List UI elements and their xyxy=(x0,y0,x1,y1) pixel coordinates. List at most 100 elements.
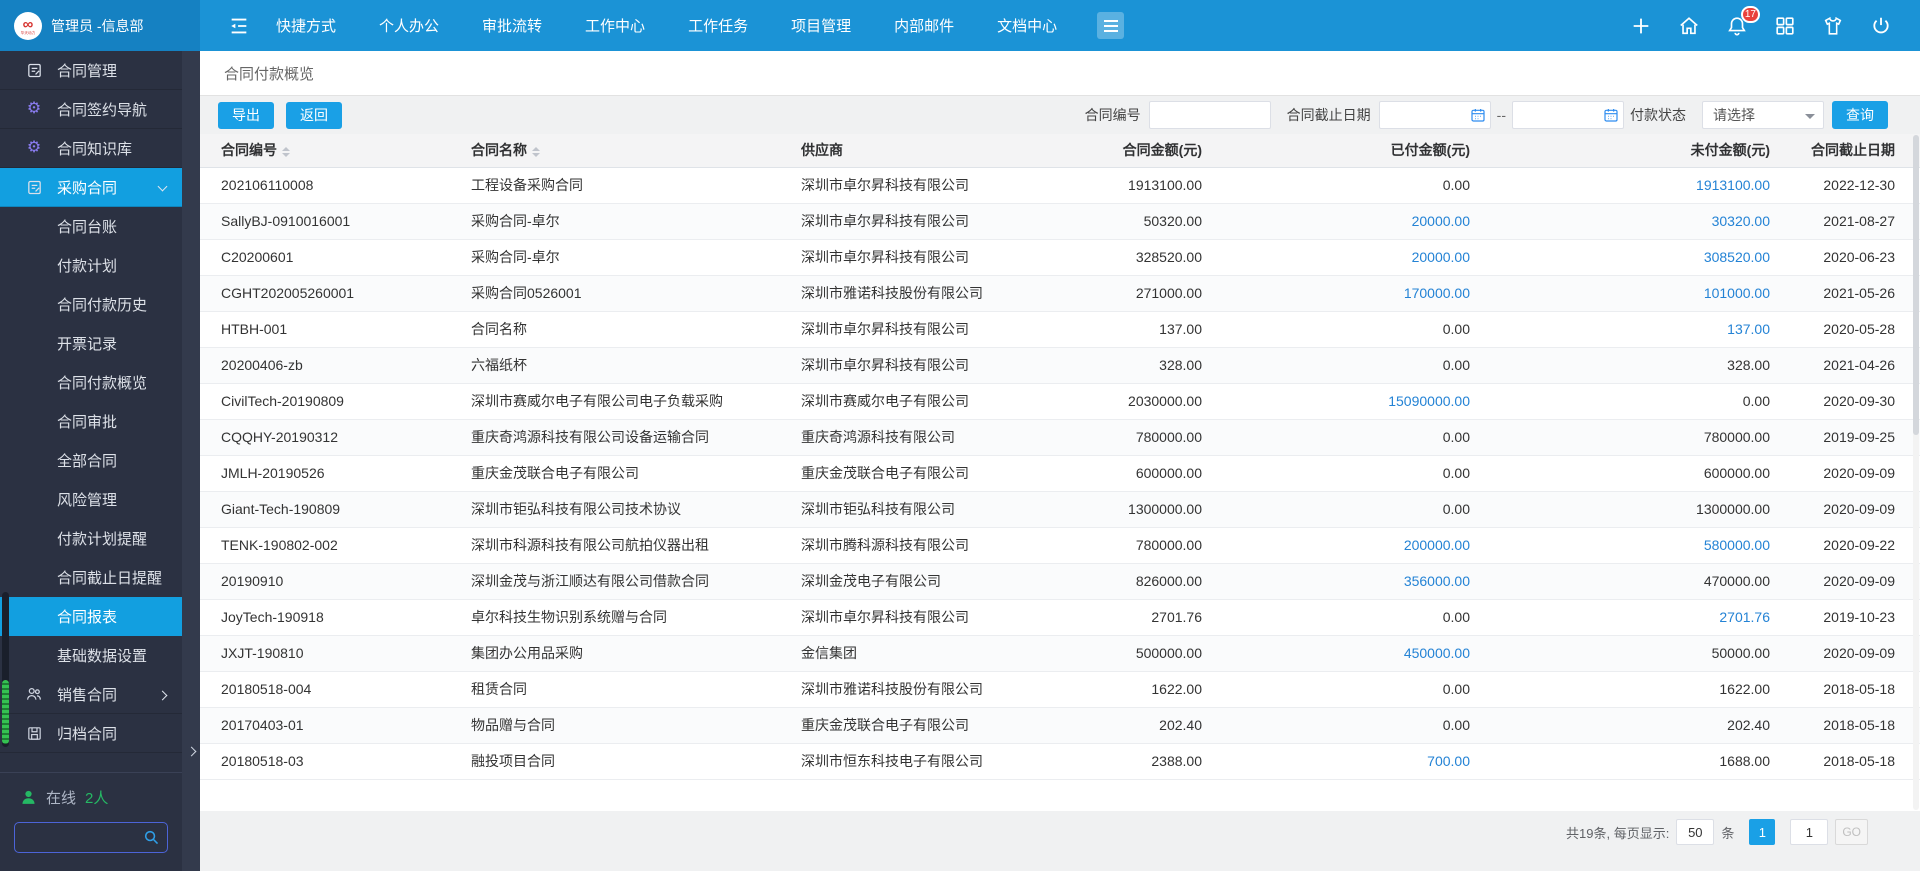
table-row[interactable]: TENK-190802-002 深圳市科源科技有限公司航拍仪器出租 深圳市腾科源科技… xyxy=(200,527,1920,564)
table-row[interactable]: 20180518-004 租赁合同 深圳市雅诺科技股份有限公司 1622.00 0.00… xyxy=(200,671,1920,708)
page-size-input[interactable] xyxy=(1676,819,1715,845)
sidebar-scrollbar[interactable] xyxy=(2,592,9,747)
sidebar-subitem-合同报表[interactable]: 合同报表 xyxy=(0,597,182,636)
cell-deadline: 2020-05-28 xyxy=(1788,311,1920,348)
amount-link[interactable]: 356000.00 xyxy=(1404,573,1470,589)
table-row[interactable]: 20200406-zb 六福纸杯 深圳市卓尔昇科技有限公司 328.00 0.00 328… xyxy=(200,347,1920,384)
column-header-label: 供应商 xyxy=(801,142,843,159)
plus-icon[interactable] xyxy=(1628,13,1654,39)
sidebar-item-合同知识库[interactable]: ⚙ 合同知识库 xyxy=(0,129,182,168)
sidebar-item-销售合同[interactable]: 销售合同 xyxy=(0,675,182,714)
cell-deadline: 2019-10-23 xyxy=(1788,599,1920,636)
apps-icon[interactable] xyxy=(1772,13,1798,39)
sidebar-subitem-合同台账[interactable]: 合同台账 xyxy=(0,207,182,246)
chevron-down-icon xyxy=(1805,114,1815,124)
cell-paid: 170000.00 xyxy=(1220,275,1488,312)
cell-unpaid: 2701.76 xyxy=(1488,599,1788,636)
sidebar-subitem-开票记录[interactable]: 开票记录 xyxy=(0,324,182,363)
sidebar-subitem-合同截止日提醒[interactable]: 合同截止日提醒 xyxy=(0,558,182,597)
contract-no-input[interactable] xyxy=(1148,101,1271,129)
amount-link[interactable]: 20000.00 xyxy=(1412,249,1470,265)
go-button[interactable]: GO xyxy=(1835,819,1868,845)
sidebar-item-归档合同[interactable]: 归档合同 xyxy=(0,714,182,753)
sidebar-subitem-付款计划提醒[interactable]: 付款计划提醒 xyxy=(0,519,182,558)
topbar-menu-item[interactable]: 个人办公 xyxy=(379,15,439,36)
home-icon[interactable] xyxy=(1676,13,1702,39)
online-users: 在线 2人 xyxy=(0,787,182,808)
table-row[interactable]: C20200601 采购合同-卓尔 深圳市卓尔昇科技有限公司 328520.00 200… xyxy=(200,239,1920,276)
goto-page-input[interactable] xyxy=(1790,819,1829,845)
cell-amount: 50320.00 xyxy=(1080,203,1220,240)
table-row[interactable]: JMLH-20190526 重庆金茂联合电子有限公司 重庆金茂联合电子有限公司 600… xyxy=(200,455,1920,492)
table-row[interactable]: CivilTech-20190809 深圳市赛威尔电子有限公司电子负载采购 深圳市赛… xyxy=(200,383,1920,420)
sidebar-subitem-合同付款概览[interactable]: 合同付款概览 xyxy=(0,363,182,402)
query-button[interactable]: 查询 xyxy=(1832,101,1888,129)
power-icon[interactable] xyxy=(1868,13,1894,39)
page-button-1[interactable]: 1 xyxy=(1749,819,1776,845)
cell-paid: 20000.00 xyxy=(1220,239,1488,276)
table-row[interactable]: Giant-Tech-190809 深圳市钜弘科技有限公司技术协议 深圳市钜弘科技有… xyxy=(200,491,1920,528)
table-scrollbar[interactable] xyxy=(1913,135,1919,810)
topbar-menu-item[interactable]: 快捷方式 xyxy=(276,15,336,36)
amount-link[interactable]: 2701.76 xyxy=(1719,609,1770,625)
amount-link[interactable]: 15090000.00 xyxy=(1388,393,1470,409)
sidebar-subitem-基础数据设置[interactable]: 基础数据设置 xyxy=(0,636,182,675)
table-row[interactable]: 20170403-01 物品赠与合同 重庆金茂联合电子有限公司 202.40 0.00 2… xyxy=(200,707,1920,744)
sidebar-scrollbar-thumb[interactable] xyxy=(2,680,9,744)
table-row[interactable]: 202106110008 工程设备采购合同 深圳市卓尔昇科技有限公司 1913100.… xyxy=(200,167,1920,204)
column-header[interactable]: 合同编号 xyxy=(200,134,450,168)
hamburger-menu-button[interactable] xyxy=(1097,12,1125,39)
deadline-end-input[interactable] xyxy=(1512,101,1624,129)
topbar-brand: ∞ 华天动力 管理员 -信息部 xyxy=(0,0,200,51)
amount-link[interactable]: 137.00 xyxy=(1727,321,1770,337)
table-row[interactable]: 20180518-03 融投项目合同 深圳市恒东科技电子有限公司 2388.00 700… xyxy=(200,743,1920,780)
sidebar-subitem-合同审批[interactable]: 合同审批 xyxy=(0,402,182,441)
amount-link[interactable]: 308520.00 xyxy=(1704,249,1770,265)
menu-fold-icon[interactable] xyxy=(228,15,250,37)
column-header: 已付金额(元) xyxy=(1220,134,1488,168)
amount-link[interactable]: 1913100.00 xyxy=(1696,177,1770,193)
column-header[interactable]: 合同名称 xyxy=(450,134,780,168)
sidebar-item-采购合同[interactable]: 采购合同 xyxy=(0,168,182,207)
topbar-menu-item[interactable]: 工作任务 xyxy=(688,15,748,36)
cell-amount: 328520.00 xyxy=(1080,239,1220,276)
search-icon[interactable] xyxy=(143,829,160,846)
table-row[interactable]: HTBH-001 合同名称 深圳市卓尔昇科技有限公司 137.00 0.00 137.00… xyxy=(200,311,1920,348)
table-scrollbar-thumb[interactable] xyxy=(1913,135,1919,435)
topbar-menu-item[interactable]: 内部邮件 xyxy=(894,15,954,36)
sort-icon[interactable] xyxy=(532,146,540,157)
amount-link[interactable]: 101000.00 xyxy=(1704,285,1770,301)
amount-link[interactable]: 700.00 xyxy=(1427,753,1470,769)
table-row[interactable]: SallyBJ-0910016001 采购合同-卓尔 深圳市卓尔昇科技有限公司 503… xyxy=(200,203,1920,240)
deadline-start-input[interactable] xyxy=(1378,101,1491,129)
amount-link[interactable]: 20000.00 xyxy=(1412,213,1470,229)
topbar-menu-item[interactable]: 项目管理 xyxy=(791,15,851,36)
sidebar-subitem-付款计划[interactable]: 付款计划 xyxy=(0,246,182,285)
amount-link[interactable]: 170000.00 xyxy=(1404,285,1470,301)
sidebar-subitem-全部合同[interactable]: 全部合同 xyxy=(0,441,182,480)
table-row[interactable]: 20190910 深圳金茂与浙江顺达有限公司借款合同 深圳金茂电子有限公司 82600… xyxy=(200,563,1920,600)
back-button[interactable]: 返回 xyxy=(286,101,342,129)
amount-link[interactable]: 450000.00 xyxy=(1404,645,1470,661)
amount-link[interactable]: 200000.00 xyxy=(1404,537,1470,553)
table-row[interactable]: CQQHY-20190312 重庆奇鸿源科技有限公司设备运输合同 重庆奇鸿源科技有限… xyxy=(200,419,1920,456)
sidebar-subitem-风险管理[interactable]: 风险管理 xyxy=(0,480,182,519)
table-row[interactable]: CGHT202005260001 采购合同0526001 深圳市雅诺科技股份有限公司… xyxy=(200,275,1920,312)
topbar-menu-item[interactable]: 审批流转 xyxy=(482,15,542,36)
sidebar-collapse-strip[interactable] xyxy=(182,51,200,871)
sidebar-item-合同签约导航[interactable]: ⚙ 合同签约导航 xyxy=(0,90,182,129)
sort-icon[interactable] xyxy=(282,146,290,157)
bell-icon[interactable]: 17 xyxy=(1724,5,1760,39)
shirt-icon[interactable] xyxy=(1820,13,1846,39)
table-row[interactable]: JoyTech-190918 卓尔科技生物识别系统赠与合同 深圳市卓尔昇科技有限公司… xyxy=(200,599,1920,636)
sidebar-subitem-合同付款历史[interactable]: 合同付款历史 xyxy=(0,285,182,324)
amount-link[interactable]: 30320.00 xyxy=(1712,213,1770,229)
amount-link[interactable]: 580000.00 xyxy=(1704,537,1770,553)
topbar-menu-item[interactable]: 工作中心 xyxy=(585,15,645,36)
export-button[interactable]: 导出 xyxy=(218,101,274,129)
pay-status-select[interactable]: 请选择 xyxy=(1702,101,1824,129)
cell-paid: 0.00 xyxy=(1220,491,1488,528)
sidebar-item-合同管理[interactable]: 合同管理 xyxy=(0,51,182,90)
topbar-menu-item[interactable]: 文档中心 xyxy=(997,15,1057,36)
table-row[interactable]: JXJT-190810 集团办公用品采购 金信集团 500000.00 450000.0… xyxy=(200,635,1920,672)
